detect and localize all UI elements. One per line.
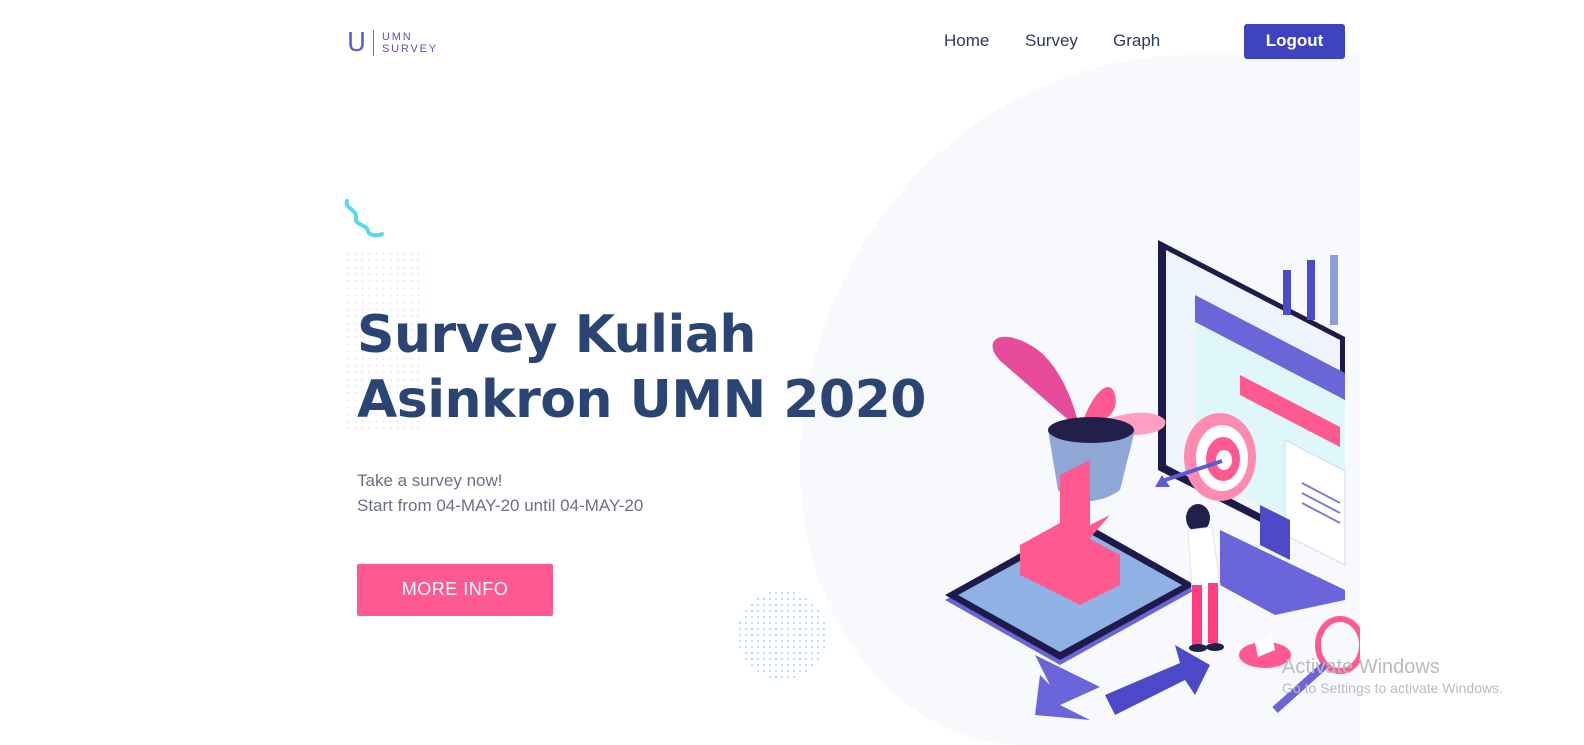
nav-survey[interactable]: Survey xyxy=(1025,30,1078,52)
hero-title: Survey Kuliah Asinkron UMN 2020 xyxy=(357,303,926,433)
windows-activation-watermark: Activate Windows Go to Settings to activ… xyxy=(1282,655,1503,697)
monitor-icon xyxy=(1158,240,1346,615)
logo-line-1: UMN xyxy=(382,31,413,43)
hero-title-line-2: Asinkron UMN 2020 xyxy=(357,370,926,430)
logo-mark: U xyxy=(347,28,367,58)
logo[interactable]: U UMN SURVEY xyxy=(347,28,438,58)
hero-subtitle: Take a survey now! Start from 04-MAY-20 … xyxy=(357,468,643,518)
watermark-title: Activate Windows xyxy=(1282,656,1440,678)
watermark-subtitle: Go to Settings to activate Windows. xyxy=(1282,680,1503,696)
logo-divider xyxy=(373,30,375,56)
tablet-icon xyxy=(945,460,1195,665)
squiggle-decoration xyxy=(344,199,384,238)
dot-circle-decoration xyxy=(737,590,827,680)
subtitle-line-1: Take a survey now! xyxy=(357,471,503,490)
subtitle-line-2: Start from 04-MAY-20 until 04-MAY-20 xyxy=(357,496,644,515)
logo-text: UMN SURVEY xyxy=(382,31,438,55)
logo-line-2: SURVEY xyxy=(382,43,438,55)
more-info-button[interactable]: MORE INFO xyxy=(357,564,553,616)
nav-home[interactable]: Home xyxy=(944,30,989,52)
logout-button[interactable]: Logout xyxy=(1244,24,1345,59)
isometric-survey-illustration xyxy=(945,240,1360,720)
hero-title-line-1: Survey Kuliah xyxy=(357,305,756,365)
nav-graph[interactable]: Graph xyxy=(1113,30,1160,52)
person-icon xyxy=(1186,504,1224,652)
